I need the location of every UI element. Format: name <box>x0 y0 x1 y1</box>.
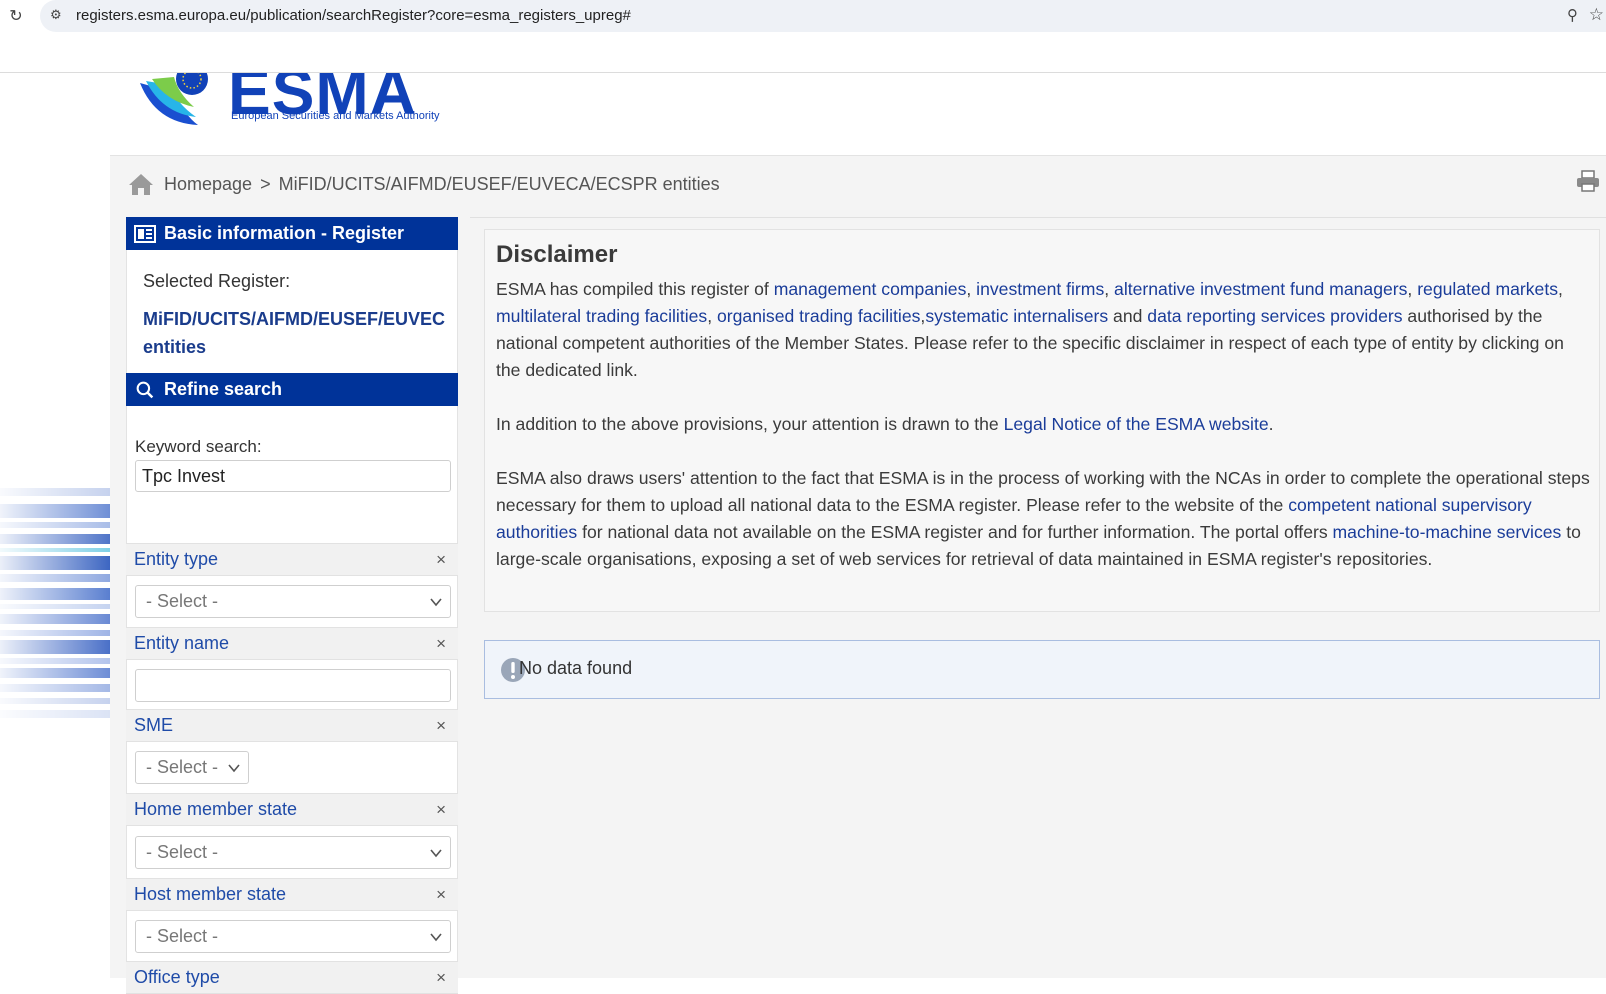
clear-icon[interactable]: × <box>436 879 446 910</box>
home-member-state-select[interactable]: - Select - <box>135 836 451 869</box>
chevron-down-icon <box>430 598 442 607</box>
entity-name-input[interactable] <box>135 669 451 702</box>
filter-sme[interactable]: SME × <box>126 709 458 742</box>
filter-label: Office type <box>134 967 220 987</box>
filter-label: Entity type <box>134 549 219 569</box>
decorative-stripes <box>0 478 110 740</box>
link-drsp[interactable]: data reporting services providers <box>1147 306 1402 326</box>
select-value: - Select - <box>146 926 219 946</box>
browser-toolbar: ↻ ⚙ registers.esma.europa.eu/publication… <box>0 0 1606 33</box>
text: for national data not available on the E… <box>577 522 1333 542</box>
filter-label: SME <box>134 715 174 735</box>
url-text[interactable]: registers.esma.europa.eu/publication/sea… <box>76 7 631 24</box>
keyword-search-label: Keyword search: <box>135 437 262 456</box>
refine-search-title: Refine search <box>164 379 283 399</box>
address-bar[interactable]: ⚙ registers.esma.europa.eu/publication/s… <box>40 0 1606 32</box>
clear-icon[interactable]: × <box>436 710 446 741</box>
disclaimer-paragraph: ESMA has compiled this register of manag… <box>496 279 1564 380</box>
link-legal-notice[interactable]: Legal Notice of the ESMA website <box>1004 414 1269 434</box>
text: . <box>1268 414 1274 434</box>
filter-entity-name[interactable]: Entity name × <box>126 627 458 660</box>
breadcrumb-current: MiFID/UCITS/AIFMD/EUSEF/EUVECA/ECSPR ent… <box>278 173 720 194</box>
link-investment-firms[interactable]: investment firms <box>976 279 1104 299</box>
filter-label: Entity name <box>134 633 230 653</box>
site-info-icon[interactable]: ⚙ <box>50 8 62 23</box>
link-management-companies[interactable]: management companies <box>774 279 967 299</box>
link-mtf[interactable]: multilateral trading facilities <box>496 306 707 326</box>
disclaimer-paragraph: ESMA also draws users' attention to the … <box>496 465 1592 573</box>
register-icon <box>134 224 156 243</box>
breadcrumb: Homepage > MiFID/UCITS/AIFMD/EUSEF/EUVEC… <box>128 170 720 198</box>
link-regulated-markets[interactable]: regulated markets <box>1417 279 1558 299</box>
breadcrumb-home-link[interactable]: Homepage <box>164 174 252 195</box>
print-icon[interactable] <box>1576 170 1600 192</box>
clear-icon[interactable]: × <box>436 628 446 659</box>
chevron-down-icon <box>430 849 442 858</box>
text: and <box>1108 306 1148 326</box>
disclaimer-paragraph: In addition to the above provisions, you… <box>496 411 1592 438</box>
basic-info-header: Basic information - Register <box>126 217 458 250</box>
basic-info-title: Basic information - Register <box>164 223 405 243</box>
zoom-icon[interactable]: ⚲ <box>1567 6 1578 24</box>
text: In addition to the above provisions, you… <box>496 414 1004 434</box>
search-icon <box>136 381 154 398</box>
clear-icon[interactable]: × <box>436 794 446 825</box>
reload-icon[interactable]: ↻ <box>6 6 26 26</box>
esma-logo[interactable]: ESMA European Securities and Markets Aut… <box>136 73 476 128</box>
link-machine-to-machine[interactable]: machine-to-machine services <box>1333 522 1562 542</box>
entity-type-select[interactable]: - Select - <box>135 585 451 618</box>
star-icon[interactable]: ☆ <box>1589 5 1604 25</box>
text: ESMA has compiled this register of <box>496 279 774 299</box>
link-aifm[interactable]: alternative investment fund managers <box>1114 279 1407 299</box>
keyword-search-input[interactable]: Tpc Invest <box>135 460 451 492</box>
logo-subtitle: European Securities and Markets Authorit… <box>231 110 440 122</box>
select-value: - Select - <box>146 757 219 777</box>
refine-search-header: Refine search <box>126 373 458 406</box>
home-icon[interactable] <box>128 172 154 196</box>
clear-icon[interactable]: × <box>436 544 446 575</box>
chevron-down-icon <box>430 933 442 942</box>
filter-host-member-state[interactable]: Host member state × <box>126 878 458 911</box>
selected-register-label: Selected Register: <box>143 271 291 291</box>
divider <box>470 217 1606 218</box>
selected-register-value: MiFID/UCITS/AIFMD/EUSEF/EUVEC entities <box>143 305 473 361</box>
filter-label: Home member state <box>134 799 298 819</box>
results-message: No data found <box>484 640 1600 699</box>
selected-register-line: entities <box>143 337 207 357</box>
host-member-state-select[interactable]: - Select - <box>135 920 451 953</box>
link-otf[interactable]: organised trading facilities <box>717 306 920 326</box>
chevron-down-icon <box>228 764 240 773</box>
filter-home-member-state[interactable]: Home member state × <box>126 793 458 826</box>
disclaimer-title: Disclaimer <box>496 241 618 268</box>
no-data-text: No data found <box>519 658 633 678</box>
breadcrumb-separator: > <box>260 173 271 194</box>
disclaimer-body: ESMA has compiled this register of manag… <box>496 276 1592 600</box>
selected-register-line: MiFID/UCITS/AIFMD/EUSEF/EUVEC <box>143 309 446 329</box>
select-value: - Select - <box>146 591 219 611</box>
sme-select[interactable]: - Select - <box>135 751 249 784</box>
logo-swoosh-icon <box>140 73 208 125</box>
filter-entity-type[interactable]: Entity type × <box>126 543 458 576</box>
filter-label: Host member state <box>134 884 287 904</box>
link-si[interactable]: systematic internalisers <box>925 306 1108 326</box>
select-value: - Select - <box>146 842 219 862</box>
